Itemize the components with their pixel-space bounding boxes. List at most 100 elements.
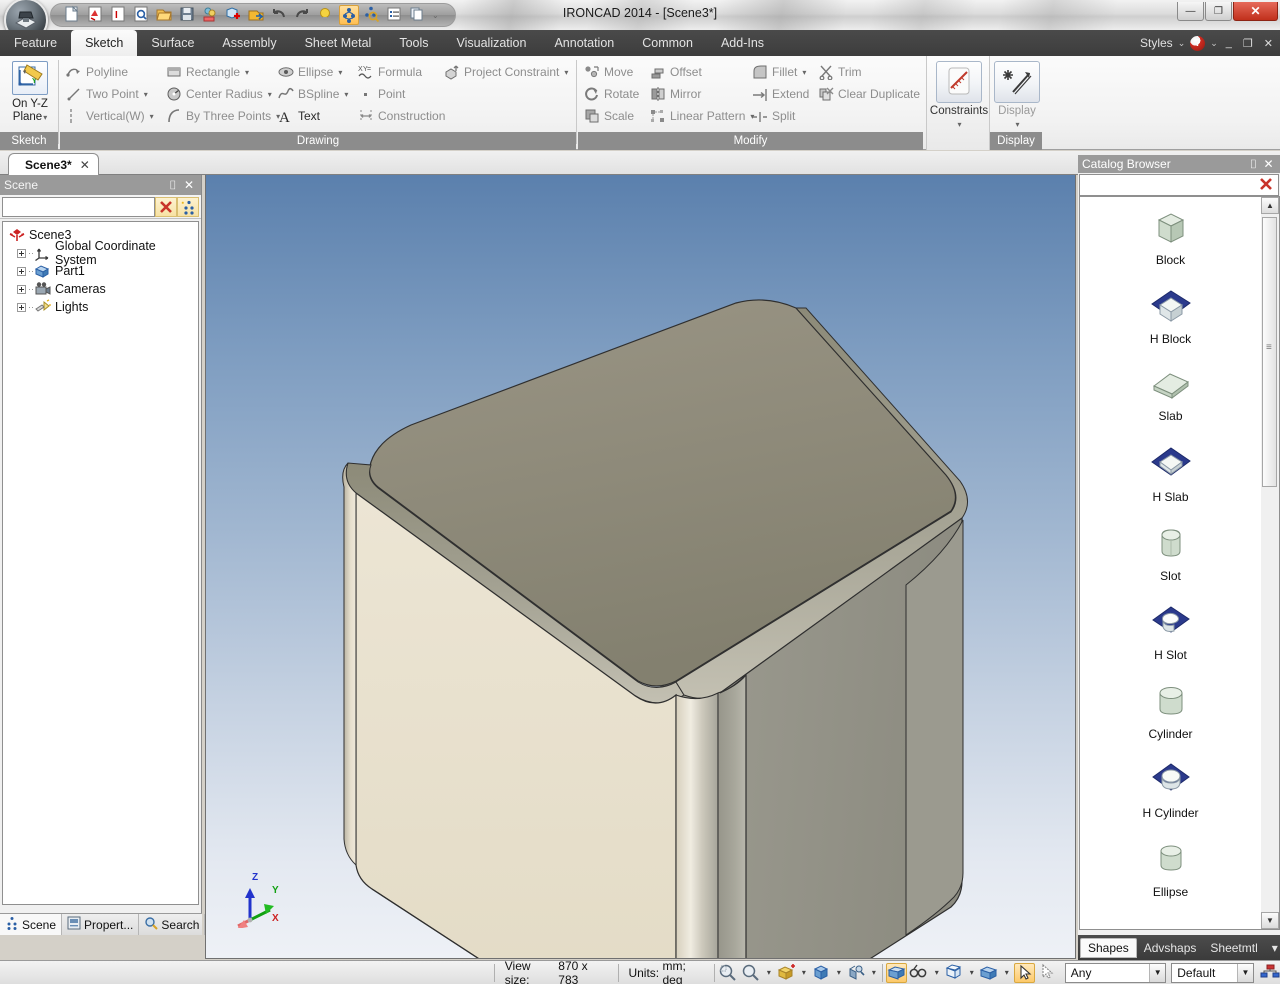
tab-sheetmtl[interactable]: Sheetmtl xyxy=(1203,939,1264,957)
quick-access-toolbar[interactable]: I ⌄ xyxy=(50,3,456,27)
tree-item-lights[interactable]: ·· Lights xyxy=(5,298,196,316)
offset-button[interactable]: Offset xyxy=(650,61,702,83)
on-yz-plane-caret-icon[interactable]: ▾ xyxy=(43,113,47,122)
zoom-icon[interactable] xyxy=(741,963,762,983)
expand-icon[interactable] xyxy=(17,302,26,312)
style-combo[interactable]: Default ▼ xyxy=(1171,962,1254,983)
application-menu-orb[interactable] xyxy=(4,0,48,30)
property-icon[interactable] xyxy=(385,5,405,25)
tab-scene[interactable]: Scene xyxy=(0,914,63,935)
pin-icon[interactable]: ⌷ xyxy=(165,178,181,193)
red-x-icon[interactable] xyxy=(1258,176,1278,195)
two-point-button[interactable]: Two Point ▾ xyxy=(66,83,148,105)
styles-label[interactable]: Styles xyxy=(1140,36,1173,50)
scene-browser-icon[interactable] xyxy=(339,5,359,25)
two-point-caret-icon[interactable]: ▾ xyxy=(144,90,148,99)
project-constraint-caret-icon[interactable]: ▾ xyxy=(564,68,568,77)
rectangle-button[interactable]: Rectangle ▾ xyxy=(166,61,249,83)
part-select-icon[interactable] xyxy=(979,963,1000,983)
display-button[interactable]: Display ▾ xyxy=(984,59,1050,131)
shaded-box-icon[interactable] xyxy=(885,962,907,983)
scroll-up-button[interactable]: ▲ xyxy=(1261,197,1279,214)
tab-annotation[interactable]: Annotation xyxy=(540,30,628,56)
bspline-button[interactable]: BSpline ▾ xyxy=(278,83,348,105)
new-tree-icon[interactable] xyxy=(177,196,199,217)
scrollbar-thumb[interactable] xyxy=(1262,217,1277,487)
project-constraint-button[interactable]: Project Constraint ▾ xyxy=(444,61,568,83)
constraints-caret-icon[interactable]: ▾ xyxy=(957,120,961,129)
scene-tree[interactable]: Scene3 ·· Global Coordinate System ·· Pa… xyxy=(2,221,199,905)
pin-icon[interactable]: ⌷ xyxy=(1246,157,1261,172)
ellipse-button[interactable]: Ellipse ▾ xyxy=(278,61,342,83)
ribbon-minimize-button[interactable]: _ xyxy=(1223,37,1235,49)
center-radius-caret-icon[interactable]: ▾ xyxy=(268,90,272,99)
trim-button[interactable]: Trim xyxy=(818,61,862,83)
document-tab-scene3[interactable]: Scene3* ✕ xyxy=(8,153,99,175)
catalog-item-h-slab[interactable]: H Slab xyxy=(1080,434,1261,513)
tab-feature[interactable]: Feature xyxy=(0,30,71,56)
construction-button[interactable]: Construction xyxy=(358,105,445,127)
new-drawing-icon[interactable] xyxy=(86,5,106,25)
restore-button[interactable]: ❐ xyxy=(1205,2,1232,21)
part-select-caret-icon[interactable]: ▾ xyxy=(1002,968,1012,977)
constraints-button[interactable]: Constraints ▾ xyxy=(926,59,992,131)
ribbon-close-button[interactable]: ✕ xyxy=(1261,37,1276,50)
render-mode-caret-icon[interactable]: ▾ xyxy=(799,968,809,977)
expand-icon[interactable] xyxy=(17,248,26,258)
undo-icon[interactable] xyxy=(270,5,290,25)
catalog-item-ellipse[interactable]: Ellipse xyxy=(1080,829,1261,908)
redo-icon[interactable] xyxy=(293,5,313,25)
catalog-panel-close-icon[interactable]: ✕ xyxy=(1261,157,1276,171)
3d-viewport[interactable]: Z Y X xyxy=(205,175,1076,959)
catalog-item-block[interactable]: Block xyxy=(1080,197,1261,276)
catalog-item-list[interactable]: Block H Block Slab H Slab Slot H Slot Cy… xyxy=(1079,196,1261,930)
center-radius-button[interactable]: Center Radius ▾ xyxy=(166,83,272,105)
help-icon[interactable]: ? xyxy=(1190,35,1206,51)
render-mode-icon[interactable] xyxy=(776,963,797,983)
save-icon[interactable] xyxy=(178,5,198,25)
document-tab-close-icon[interactable]: ✕ xyxy=(80,158,90,172)
catalog-search-input[interactable] xyxy=(1079,174,1279,196)
arrow-pick-icon[interactable] xyxy=(1037,963,1058,983)
tree-item-global-coordinate-system[interactable]: ·· Global Coordinate System xyxy=(5,239,196,267)
styles-caret-icon[interactable]: ⌄ xyxy=(1178,38,1186,49)
display-caret-icon[interactable]: ▾ xyxy=(1015,120,1019,129)
close-button[interactable]: ✕ xyxy=(1233,2,1278,21)
text-button[interactable]: A Text xyxy=(278,105,320,127)
fillet-caret-icon[interactable]: ▾ xyxy=(802,68,806,77)
catalog-item-h-block[interactable]: H Block xyxy=(1080,276,1261,355)
selection-filter-combo[interactable]: Any ▼ xyxy=(1064,962,1167,983)
selection-filter-caret-icon[interactable]: ▼ xyxy=(1149,963,1166,982)
catalog-item-slab[interactable]: Slab xyxy=(1080,355,1261,434)
open-icon[interactable] xyxy=(155,5,175,25)
expand-icon[interactable] xyxy=(17,284,26,294)
scale-button[interactable]: Scale xyxy=(584,105,634,127)
camera-view-caret-icon[interactable]: ▾ xyxy=(869,968,879,977)
view-orientation-caret-icon[interactable]: ▾ xyxy=(834,968,844,977)
tab-properties[interactable]: Propert... xyxy=(62,914,140,935)
view-orientation-icon[interactable] xyxy=(811,963,832,983)
new-assembly-icon[interactable] xyxy=(132,5,152,25)
new-sheetmetal-icon[interactable]: I xyxy=(109,5,129,25)
vertical-button[interactable]: Vertical(W) ▾ xyxy=(66,105,154,127)
zoom-area-icon[interactable] xyxy=(718,963,739,983)
ellipse-caret-icon[interactable]: ▾ xyxy=(338,68,342,77)
tab-advshaps[interactable]: Advshaps xyxy=(1137,939,1204,957)
tab-surface[interactable]: Surface xyxy=(137,30,208,56)
help-caret-icon[interactable]: ⌄ xyxy=(1210,38,1218,49)
tab-assembly[interactable]: Assembly xyxy=(208,30,290,56)
tab-shapes[interactable]: Shapes xyxy=(1080,937,1137,958)
tab-sketch[interactable]: Sketch xyxy=(71,30,138,56)
catalog-item-h-slot[interactable]: H Slot xyxy=(1080,592,1261,671)
minimize-button[interactable]: — xyxy=(1177,2,1204,21)
vertical-caret-icon[interactable]: ▾ xyxy=(150,112,154,121)
linear-pattern-button[interactable]: Linear Pattern ▾ xyxy=(650,105,754,127)
tab-sheet-metal[interactable]: Sheet Metal xyxy=(291,30,386,56)
rounded-box-model[interactable] xyxy=(206,175,1076,959)
extend-button[interactable]: Extend xyxy=(752,83,809,105)
rectangle-caret-icon[interactable]: ▾ xyxy=(245,68,249,77)
structure-icon[interactable] xyxy=(1260,963,1280,983)
formula-button[interactable]: X Y = Formula xyxy=(358,61,422,83)
by-three-points-button[interactable]: By Three Points ▾ xyxy=(166,105,280,127)
clear-duplicate-button[interactable]: Clear Duplicate xyxy=(818,83,920,105)
